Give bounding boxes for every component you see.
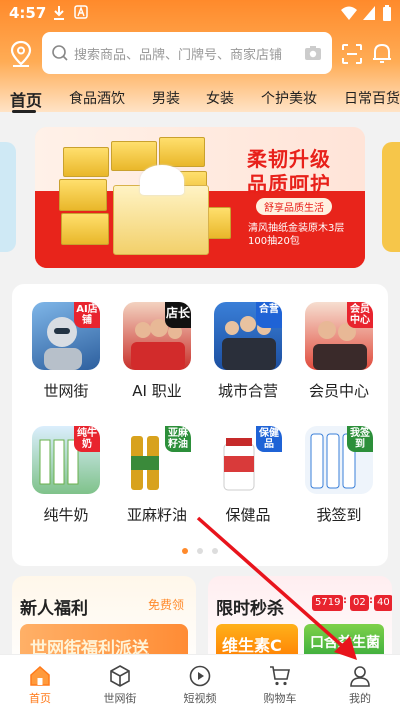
promo-banner[interactable]: 柔韧升级 品质呵护 舒享品质生活 清风抽纸金装原木3层 100抽20包 bbox=[35, 127, 365, 268]
search-row: 搜索商品、品牌、门牌号、商家店铺 bbox=[0, 30, 400, 78]
category-shiwangjie[interactable]: AI店铺 世网街 bbox=[21, 302, 111, 422]
tab-womenswear[interactable]: 女装 bbox=[206, 88, 234, 108]
signal-icon bbox=[363, 6, 375, 20]
bottom-navigation: 首页 世网街 短视频 购物车 我的 bbox=[0, 654, 400, 711]
notification-a-icon bbox=[74, 5, 88, 19]
category-ai-job[interactable]: 店长 AI 职业 bbox=[112, 302, 202, 422]
countdown-colon: : bbox=[369, 595, 373, 606]
wifi-icon bbox=[341, 6, 357, 20]
download-icon bbox=[54, 6, 64, 20]
category-grid: AI店铺 世网街 店长 AI 职业 合营 城市合营 会员中心 会员中心 纯牛奶 … bbox=[12, 284, 388, 566]
oil-bottle-icon: 亚麻籽油 bbox=[123, 426, 191, 494]
tab-menswear[interactable]: 男装 bbox=[152, 88, 180, 108]
search-input[interactable]: 搜索商品、品牌、门牌号、商家店铺 bbox=[42, 32, 332, 74]
nav-cart[interactable]: 购物车 bbox=[240, 655, 320, 711]
carousel-dot[interactable] bbox=[182, 548, 188, 554]
nav-shiwangjie[interactable]: 世网街 bbox=[80, 655, 160, 711]
nav-label: 购物车 bbox=[263, 692, 297, 705]
category-tag: 会员中心 bbox=[347, 302, 373, 328]
banner-tagline: 舒享品质生活 bbox=[256, 198, 332, 215]
banner-product-line-2: 100抽20包 bbox=[248, 236, 300, 247]
category-tag: AI店铺 bbox=[74, 302, 100, 328]
camera-icon[interactable] bbox=[304, 44, 322, 62]
tab-home[interactable]: 首页 bbox=[10, 87, 42, 111]
search-icon bbox=[52, 45, 68, 61]
carousel-dot[interactable] bbox=[197, 548, 203, 554]
nav-label: 我的 bbox=[349, 692, 371, 705]
category-label: AI 职业 bbox=[132, 382, 182, 400]
cart-icon bbox=[270, 666, 290, 686]
banner-next-peek[interactable] bbox=[382, 142, 400, 252]
category-label: 纯牛奶 bbox=[43, 506, 89, 524]
ai-robot-icon: AI店铺 bbox=[32, 302, 100, 370]
banner-headline-2: 品质呵护 bbox=[247, 172, 331, 196]
flash-sale-item-label: 口含益生菌 bbox=[310, 635, 380, 651]
scan-icon[interactable] bbox=[341, 43, 363, 65]
countdown-colon: : bbox=[343, 595, 347, 606]
category-label: 城市合营 bbox=[217, 382, 278, 400]
newcomer-title: 新人福利 bbox=[20, 599, 88, 619]
category-check-in[interactable]: 我签到 我签到 bbox=[294, 426, 384, 546]
tab-daily-goods[interactable]: 日常百货 bbox=[344, 88, 400, 108]
nav-short-video[interactable]: 短视频 bbox=[160, 655, 240, 711]
bell-icon[interactable] bbox=[370, 41, 394, 65]
search-placeholder: 搜索商品、品牌、门牌号、商家店铺 bbox=[74, 48, 283, 63]
countdown-seconds: 40 bbox=[374, 595, 392, 611]
person-icon bbox=[350, 666, 370, 687]
category-milk[interactable]: 纯牛奶 纯牛奶 bbox=[21, 426, 111, 546]
countdown-minutes: 02 bbox=[350, 595, 369, 611]
location-pin-icon[interactable] bbox=[9, 40, 33, 68]
carousel-dot[interactable] bbox=[212, 548, 218, 554]
battery-icon bbox=[383, 5, 391, 21]
supplement-bottle-icon: 保健品 bbox=[214, 426, 282, 494]
category-tag: 合营 bbox=[256, 302, 282, 328]
tab-active-indicator bbox=[12, 110, 36, 113]
category-member-center[interactable]: 会员中心 会员中心 bbox=[294, 302, 384, 422]
nav-label: 世网街 bbox=[103, 692, 137, 705]
flash-sale-title: 限时秒杀 bbox=[216, 599, 284, 619]
tab-beauty[interactable]: 个护美妆 bbox=[261, 88, 317, 108]
category-tag: 我签到 bbox=[347, 426, 373, 452]
status-time: 4:57 bbox=[9, 4, 47, 22]
category-tag: 店长 bbox=[165, 302, 191, 328]
nav-profile[interactable]: 我的 bbox=[320, 655, 400, 711]
member-photo-icon: 会员中心 bbox=[305, 302, 373, 370]
business-team-icon: 合营 bbox=[214, 302, 282, 370]
staff-photo-icon: 店长 bbox=[123, 302, 191, 370]
category-tag: 亚麻籽油 bbox=[165, 426, 191, 452]
category-supplements[interactable]: 保健品 保健品 bbox=[203, 426, 293, 546]
nav-label: 首页 bbox=[29, 692, 51, 705]
home-icon bbox=[30, 665, 50, 686]
nav-home[interactable]: 首页 bbox=[0, 655, 80, 711]
category-label: 世网街 bbox=[43, 382, 89, 400]
status-bar: 4:57 bbox=[0, 0, 400, 28]
category-linseed-oil[interactable]: 亚麻籽油 亚麻籽油 bbox=[112, 426, 202, 546]
category-tabs: 首页 食品酒饮 男装 女装 个护美妆 日常百货 bbox=[0, 82, 400, 118]
category-label: 亚麻籽油 bbox=[126, 506, 187, 524]
nav-label: 短视频 bbox=[183, 692, 217, 705]
category-tag: 纯牛奶 bbox=[74, 426, 100, 452]
category-city-partner[interactable]: 合营 城市合营 bbox=[203, 302, 293, 422]
milk-icon: 纯牛奶 bbox=[32, 426, 100, 494]
flash-sale-item-label: 维生素C bbox=[222, 636, 282, 655]
check-in-icon: 我签到 bbox=[305, 426, 373, 494]
tab-food-drinks[interactable]: 食品酒饮 bbox=[69, 88, 125, 108]
category-label: 我签到 bbox=[316, 506, 362, 524]
category-label: 保健品 bbox=[225, 506, 271, 524]
countdown-hours: 5719 bbox=[312, 595, 344, 611]
play-circle-icon bbox=[189, 665, 211, 687]
free-claim-link[interactable]: 免费领 bbox=[148, 596, 184, 613]
banner-prev-peek[interactable] bbox=[0, 142, 16, 252]
carousel-dots bbox=[12, 548, 388, 556]
category-label: 会员中心 bbox=[308, 382, 369, 400]
category-tag: 保健品 bbox=[256, 426, 282, 452]
cube-icon bbox=[110, 665, 130, 687]
